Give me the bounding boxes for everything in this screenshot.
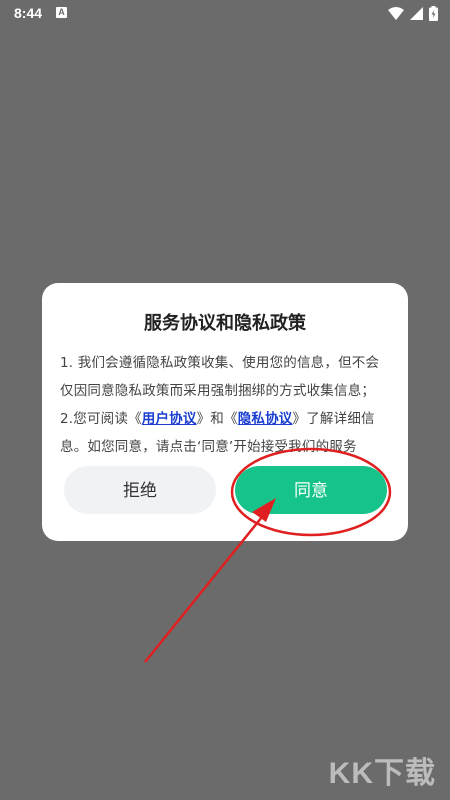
battery-icon [429,6,438,21]
wifi-icon [388,7,404,20]
policy-line-2-mid: 》和《 [196,411,238,427]
status-icons [388,6,438,21]
signal-icon [410,7,423,20]
reject-button[interactable]: 拒绝 [64,466,216,514]
status-bar: 8:44 A [0,0,450,26]
policy-line-2-prefix: 2.您可阅读《 [60,411,142,427]
watermark-logo: KK下载 [328,757,436,790]
dialog-title: 服务协议和隐私政策 [144,313,306,334]
privacy-agreement-link[interactable]: 隐私协议 [238,411,293,427]
dialog-body: 1. 我们会遵循隐私政策收集、使用您的信息，但不会仅因同意隐私政策而采用强制捆绑… [60,349,392,461]
status-time: 8:44 [14,5,43,21]
privacy-dialog: 服务协议和隐私政策 1. 我们会遵循隐私政策收集、使用您的信息，但不会仅因同意隐… [42,283,408,541]
policy-line-1: 1. 我们会遵循隐私政策收集、使用您的信息，但不会仅因同意隐私政策而采用强制捆绑… [60,355,380,399]
notification-a-icon: A [56,7,67,18]
agree-button[interactable]: 同意 [235,466,387,514]
screen: 8:44 A 服务协议和隐私政策 1. 我们会遵循隐私政策收集、使用您的信息，但… [0,0,450,800]
user-agreement-link[interactable]: 用户协议 [142,411,197,427]
